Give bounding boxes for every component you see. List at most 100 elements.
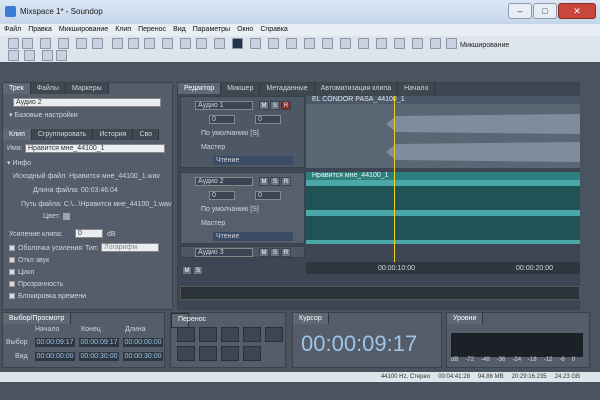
selection-title[interactable]: Выбор/Просмотр — [3, 313, 72, 324]
forward-button[interactable] — [221, 346, 239, 361]
section-basic-settings[interactable]: ▾ Базовые настройки — [9, 111, 78, 119]
grid-icon[interactable] — [250, 38, 261, 49]
tab-files[interactable]: Файлы — [30, 83, 66, 94]
record-mode-icon[interactable] — [412, 38, 423, 49]
minimize-button[interactable]: – — [508, 3, 532, 19]
tab-start[interactable]: Начало — [398, 83, 436, 94]
tab-clip-automation[interactable]: Автоматизация клипа — [314, 83, 399, 94]
tab-metadata[interactable]: Метаданные — [260, 83, 315, 94]
menu-help[interactable]: Справка — [260, 24, 287, 36]
cut-icon[interactable] — [112, 38, 123, 49]
save-icon[interactable] — [40, 38, 51, 49]
stretch-tool-icon[interactable] — [340, 38, 351, 49]
close-button[interactable]: ✕ — [558, 3, 596, 19]
snap-icon[interactable] — [232, 38, 243, 49]
track-1-record[interactable]: R — [281, 101, 291, 110]
master-solo[interactable]: S — [193, 266, 203, 275]
track-2-mute[interactable]: M — [259, 177, 269, 186]
tab-group[interactable]: Сгруппировать — [31, 129, 94, 140]
menu-window[interactable]: Окно — [237, 24, 253, 36]
track-3-mute[interactable]: M — [259, 248, 269, 257]
select-tool-icon[interactable] — [268, 38, 279, 49]
range-tool-icon[interactable] — [304, 38, 315, 49]
sel-length[interactable]: 00:00:00:00 — [123, 338, 163, 347]
track-3-solo[interactable]: S — [270, 248, 280, 257]
view-end[interactable]: 00:00:30:00 — [79, 352, 119, 361]
menu-file[interactable]: Файл — [4, 24, 21, 36]
gain-field[interactable]: 0 — [75, 229, 103, 238]
tab-history[interactable]: История — [93, 129, 134, 140]
overview-bar[interactable] — [180, 286, 580, 300]
pencil-tool-icon[interactable] — [358, 38, 369, 49]
sel-start[interactable]: 00:00:09:17 — [35, 338, 75, 347]
metronome-icon[interactable] — [430, 38, 441, 49]
menu-view[interactable]: Вид — [173, 24, 186, 36]
type-select[interactable]: Логарифм — [101, 243, 159, 252]
tab-clip[interactable]: Клип — [3, 129, 32, 140]
menu-clip[interactable]: Клип — [115, 24, 131, 36]
check-loop[interactable] — [9, 269, 15, 276]
stop-button[interactable] — [177, 327, 195, 342]
clip-name-field[interactable]: Нравится мне_44100_1 — [25, 144, 165, 153]
fade-tool-icon[interactable] — [322, 38, 333, 49]
maximize-button[interactable]: □ — [533, 3, 557, 19]
zoom-icon[interactable] — [214, 38, 225, 49]
tab-markers[interactable]: Маркеры — [65, 83, 109, 94]
tab-track[interactable]: Трек — [3, 83, 31, 94]
cursor-title[interactable]: Курсор — [293, 313, 329, 324]
tab-properties[interactable]: Сво — [133, 129, 160, 140]
check-time-lock[interactable] — [9, 293, 15, 300]
transport-title[interactable]: Перенос — [171, 313, 206, 328]
track-2-pan[interactable]: 0 — [255, 191, 281, 200]
check-mute[interactable] — [9, 257, 15, 264]
rewind-button[interactable] — [199, 346, 217, 361]
track-2-solo[interactable]: S — [270, 177, 280, 186]
track-2-name[interactable]: Аудио 2 — [195, 177, 253, 186]
track-1-mode[interactable]: Чтение — [213, 156, 293, 165]
copy-icon[interactable] — [128, 38, 139, 49]
track-2-mode[interactable]: Чтение — [213, 232, 293, 241]
pause-button[interactable] — [221, 327, 239, 342]
track-1-pan[interactable]: 0 — [255, 115, 281, 124]
track-2-output[interactable]: Мастер — [201, 220, 225, 227]
undo-icon[interactable] — [76, 38, 87, 49]
levels-title[interactable]: Уровни — [447, 313, 484, 324]
loop-icon[interactable] — [394, 38, 405, 49]
tab-editor[interactable]: Редактор — [178, 83, 222, 94]
go-start-button[interactable] — [177, 346, 195, 361]
track-1-name[interactable]: Аудио 1 — [195, 101, 253, 110]
loop-button[interactable] — [265, 327, 283, 342]
open-icon[interactable] — [22, 38, 33, 49]
align-left-icon[interactable] — [42, 50, 53, 61]
redo-icon[interactable] — [92, 38, 103, 49]
menu-options[interactable]: Параметры — [193, 24, 230, 36]
mix-mode-select[interactable]: Микширование — [460, 42, 509, 49]
tab-mixer[interactable]: Микшер — [221, 83, 261, 94]
new-icon[interactable] — [8, 38, 19, 49]
clip-2-waveform[interactable]: Нравится мне_44100_1 — [306, 172, 580, 244]
play-button[interactable] — [199, 327, 217, 342]
track-1-volume[interactable]: 0 — [209, 115, 235, 124]
playhead[interactable] — [394, 96, 395, 268]
track-name-field[interactable]: Аудио 2 — [13, 98, 161, 107]
trim-icon[interactable] — [180, 38, 191, 49]
view-start[interactable]: 00:00:00:00 — [35, 352, 75, 361]
paste-icon[interactable] — [144, 38, 155, 49]
info-header[interactable]: ▾ Инфо — [7, 159, 31, 167]
mixdown-icon[interactable] — [446, 38, 457, 49]
master-mute[interactable]: M — [182, 266, 192, 275]
go-end-button[interactable] — [243, 346, 261, 361]
color-swatch[interactable] — [63, 213, 70, 220]
track-3-record[interactable]: R — [281, 248, 291, 257]
track-2-volume[interactable]: 0 — [209, 191, 235, 200]
track-2-record[interactable]: R — [281, 177, 291, 186]
view-length[interactable]: 00:00:30:00 — [123, 352, 163, 361]
check-transparency[interactable] — [9, 281, 15, 288]
track-2-preset[interactable]: По умолчанию [S] — [201, 206, 259, 213]
save-all-icon[interactable] — [58, 38, 69, 49]
menu-transport[interactable]: Перенос — [138, 24, 166, 36]
track-1-output[interactable]: Мастер — [201, 144, 225, 151]
clip-1-waveform[interactable]: EL CÓNDOR PASA_44100_1 — [306, 96, 580, 168]
track-1-mute[interactable]: M — [259, 101, 269, 110]
check-gain-envelope[interactable] — [9, 245, 15, 252]
